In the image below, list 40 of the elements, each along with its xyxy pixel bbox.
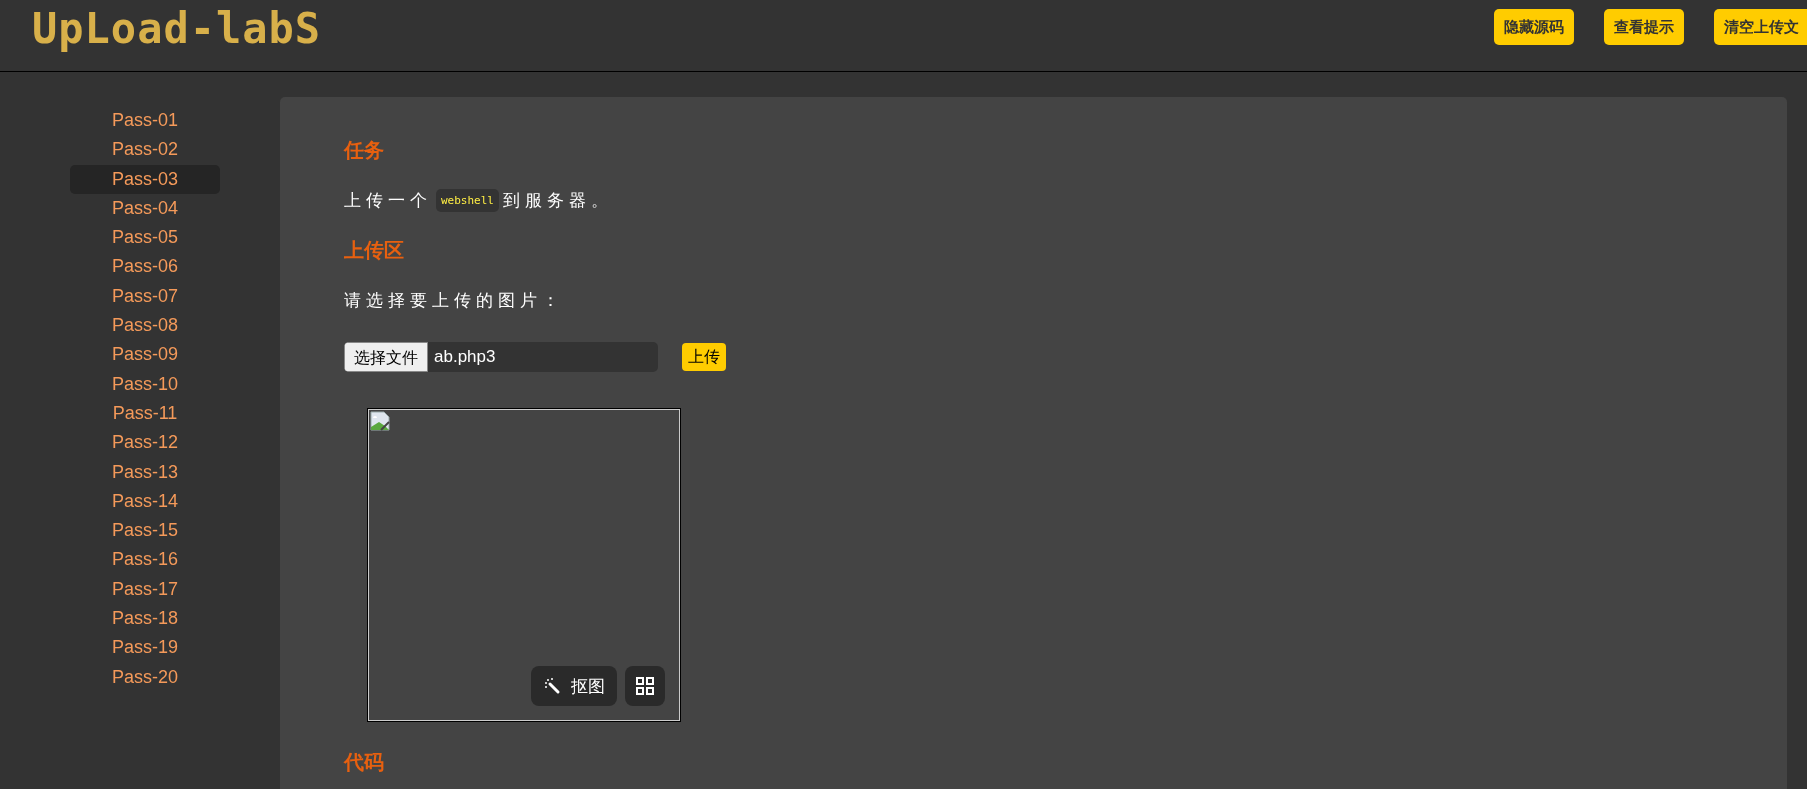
file-name: ab.php3 xyxy=(433,346,496,368)
magic-wand-icon xyxy=(543,677,561,695)
broken-image-icon xyxy=(370,411,390,431)
grid-icon xyxy=(636,677,654,695)
sidebar-item[interactable]: Pass-08 xyxy=(70,311,220,341)
section-title: 任务 xyxy=(344,138,385,163)
section-title: 代码 xyxy=(344,750,385,775)
header-button[interactable]: 查看提示 xyxy=(1604,9,1684,45)
sidebar-item[interactable]: Pass-12 xyxy=(70,428,220,458)
header-button[interactable]: 清空上传文 xyxy=(1714,9,1807,45)
sidebar-item[interactable]: Pass-14 xyxy=(70,486,220,517)
file-input[interactable]: 选择文件 ab.php3 xyxy=(344,342,658,372)
sidebar-item[interactable]: Pass-07 xyxy=(70,281,220,312)
sidebar-item[interactable]: Pass-04 xyxy=(70,193,220,224)
sidebar-item[interactable]: Pass-05 xyxy=(70,223,220,253)
upload-prompt: 请选择要上传的图片： xyxy=(344,289,565,312)
header-button[interactable]: 隐藏源码 xyxy=(1494,9,1574,45)
upload-button[interactable]: 上传 xyxy=(682,343,726,371)
sidebar-item[interactable]: Pass-20 xyxy=(70,662,220,692)
sidebar-item[interactable]: Pass-18 xyxy=(70,604,220,634)
code-snippet: webshell xyxy=(436,188,499,212)
sidebar-item[interactable]: Pass-10 xyxy=(70,369,220,399)
sidebar-item[interactable]: Pass-03 xyxy=(70,164,220,194)
sidebar-item[interactable]: Pass-17 xyxy=(70,574,220,605)
sidebar-item[interactable]: Pass-15 xyxy=(70,516,220,546)
choose-file-button[interactable]: 选择文件 xyxy=(344,342,428,372)
logo: UpLoad-labS xyxy=(32,4,322,53)
sidebar-item[interactable]: Pass-13 xyxy=(70,457,220,487)
sidebar-item[interactable]: Pass-09 xyxy=(70,340,220,370)
section-title: 上传区 xyxy=(344,238,405,263)
cutout-button[interactable]: 抠图 xyxy=(531,666,617,706)
sidebar-item[interactable]: Pass-06 xyxy=(70,252,220,282)
sidebar-item[interactable]: Pass-19 xyxy=(70,633,220,663)
grid-button[interactable] xyxy=(625,666,665,706)
sidebar-item[interactable]: Pass-11 xyxy=(70,398,220,429)
sidebar-item[interactable]: Pass-02 xyxy=(70,135,220,165)
task-text: 上传一个 xyxy=(344,189,432,212)
task-text: 到服务器。 xyxy=(503,189,613,212)
sidebar-item[interactable]: Pass-01 xyxy=(70,106,220,136)
sidebar-item[interactable]: Pass-16 xyxy=(70,545,220,575)
